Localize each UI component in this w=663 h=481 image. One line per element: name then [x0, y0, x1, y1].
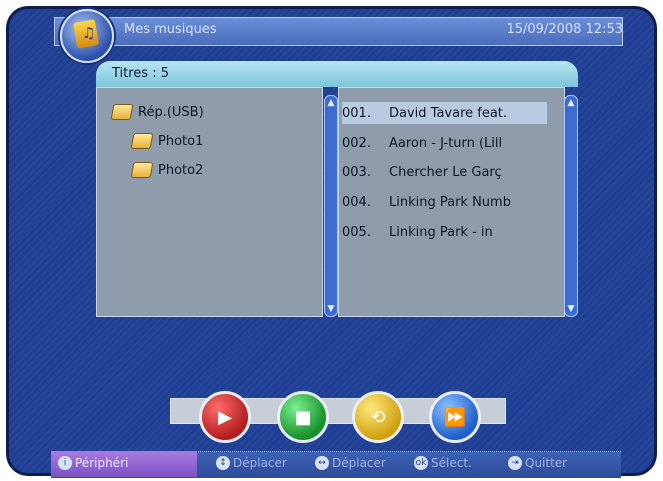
- folder-icon: [130, 133, 154, 149]
- footer-move-horizontal: ↔ Déplacer: [315, 456, 386, 470]
- screen-title: Mes musiques: [124, 22, 217, 37]
- track-title: Linking Park Numb: [389, 194, 511, 210]
- date-time: 15/09/2008 12:53: [506, 22, 623, 37]
- folder-label: Photo1: [158, 133, 204, 149]
- track-item[interactable]: 001. David Tavare feat.: [342, 102, 547, 124]
- track-item[interactable]: 005. Linking Park - in: [342, 221, 547, 243]
- folder-open-icon: [110, 104, 134, 120]
- fast-forward-icon: ⏩: [443, 406, 467, 428]
- music-folder-icon: ♫: [60, 9, 114, 63]
- track-number: 004.: [342, 194, 371, 210]
- play-icon: ▶: [218, 406, 232, 428]
- track-number: 001.: [342, 105, 371, 121]
- title-count: Titres : 5: [112, 66, 169, 81]
- quit-label: Quitter: [525, 456, 568, 470]
- logo-note-glyph: ♫: [82, 24, 96, 42]
- scroll-down-icon[interactable]: ▼: [566, 304, 576, 314]
- move-horizontal-label: Déplacer: [332, 456, 386, 470]
- folder-scrollbar[interactable]: ▲ ▼: [324, 95, 338, 317]
- peripheral-icon: i: [58, 456, 72, 470]
- folder-label: Photo2: [158, 162, 204, 178]
- track-title: Linking Park - in: [389, 224, 493, 240]
- repeat-button[interactable]: ⟲: [352, 391, 404, 443]
- track-title: David Tavare feat.: [389, 105, 508, 121]
- play-button[interactable]: ▶: [199, 391, 251, 443]
- track-item[interactable]: 002. Aaron - J-turn (Lill: [342, 132, 547, 154]
- track-scrollbar[interactable]: ▲ ▼: [564, 95, 578, 317]
- footer-quit: ⇥ Quitter: [508, 456, 567, 470]
- move-vertical-label: Déplacer: [233, 456, 287, 470]
- scroll-up-icon[interactable]: ▲: [326, 98, 336, 108]
- scroll-up-icon[interactable]: ▲: [566, 98, 576, 108]
- footer-move-vertical: ↕ Déplacer: [216, 456, 287, 470]
- track-number: 003.: [342, 164, 371, 180]
- peripheral-label: Périphéri: [75, 456, 129, 470]
- folder-item-photo2[interactable]: Photo2: [130, 160, 204, 180]
- track-item[interactable]: 003. Chercher Le Garç: [342, 161, 547, 183]
- repeat-icon: ⟲: [370, 406, 386, 428]
- left-right-icon: ↔: [315, 456, 329, 470]
- exit-icon: ⇥: [508, 456, 522, 470]
- fast-forward-button[interactable]: ⏩: [429, 391, 481, 443]
- footer-select: ok Sélect.: [414, 456, 472, 470]
- folder-item-photo1[interactable]: Photo1: [130, 131, 204, 151]
- stop-button[interactable]: ■: [277, 391, 329, 443]
- track-title: Aaron - J-turn (Lill: [389, 135, 503, 151]
- track-title: Chercher Le Garç: [389, 164, 502, 180]
- scroll-down-icon[interactable]: ▼: [326, 304, 336, 314]
- stop-icon: ■: [294, 406, 312, 428]
- ok-icon: ok: [414, 456, 428, 470]
- folder-item-root[interactable]: Rép.(USB): [110, 102, 204, 122]
- select-label: Sélect.: [431, 456, 472, 470]
- footer-peripheral[interactable]: i Périphéri: [58, 456, 128, 470]
- track-number: 002.: [342, 135, 371, 151]
- folder-label: Rép.(USB): [138, 104, 204, 120]
- track-item[interactable]: 004. Linking Park Numb: [342, 191, 547, 213]
- folder-icon: [130, 162, 154, 178]
- up-down-icon: ↕: [216, 456, 230, 470]
- track-number: 005.: [342, 224, 371, 240]
